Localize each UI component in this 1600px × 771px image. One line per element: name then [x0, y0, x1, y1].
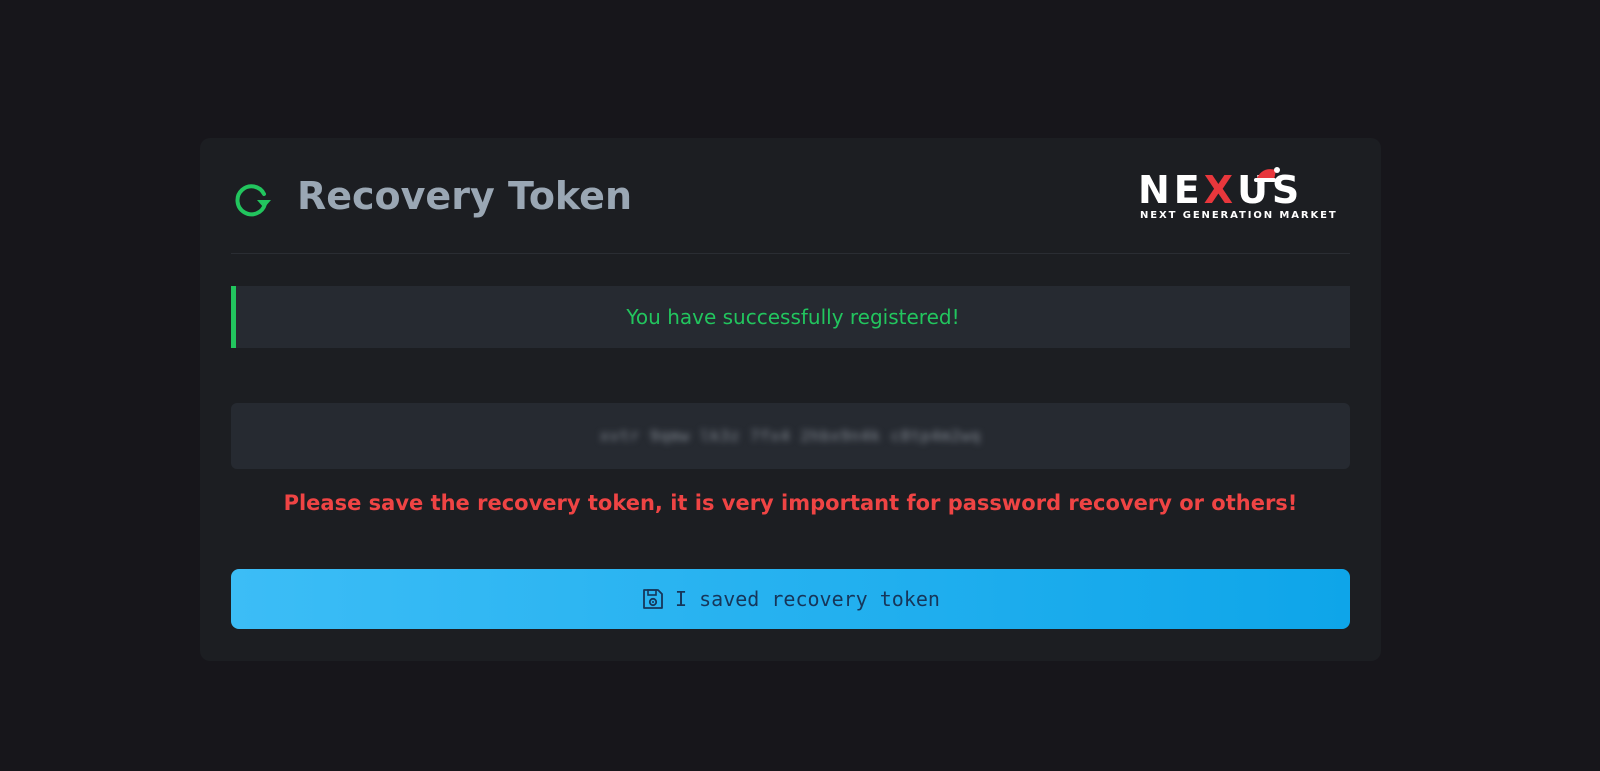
nexus-logo: NEXUS NEXT GENERATION MARKET [1138, 167, 1350, 224]
santa-hat-icon [1254, 167, 1280, 182]
floppy-disk-icon [643, 589, 663, 609]
recovery-token-value[interactable]: xvtr 9qmw lk3z 7fx4 2hbx9n4k c8tp4m2wq [231, 403, 1350, 469]
page-title: Recovery Token [297, 174, 633, 218]
saved-recovery-token-label: I saved recovery token [675, 587, 940, 611]
recovery-token-card: Recovery Token NEXUS NEXT GENERATION MAR… [200, 138, 1381, 661]
saved-recovery-token-button[interactable]: I saved recovery token [231, 569, 1350, 629]
refresh-icon [235, 184, 271, 217]
save-token-warning: Please save the recovery token, it is ve… [283, 491, 1298, 515]
logo-tagline: NEXT GENERATION MARKET [1140, 210, 1338, 221]
card-header: Recovery Token NEXUS NEXT GENERATION MAR… [231, 138, 1350, 254]
recovery-token-display[interactable]: xvtr 9qmw lk3z 7fx4 2hbx9n4k c8tp4m2wq [231, 403, 1350, 469]
logo-wordmark: NEXUS [1138, 168, 1304, 212]
success-alert: You have successfully registered! [231, 286, 1350, 348]
success-message: You have successfully registered! [626, 305, 960, 329]
